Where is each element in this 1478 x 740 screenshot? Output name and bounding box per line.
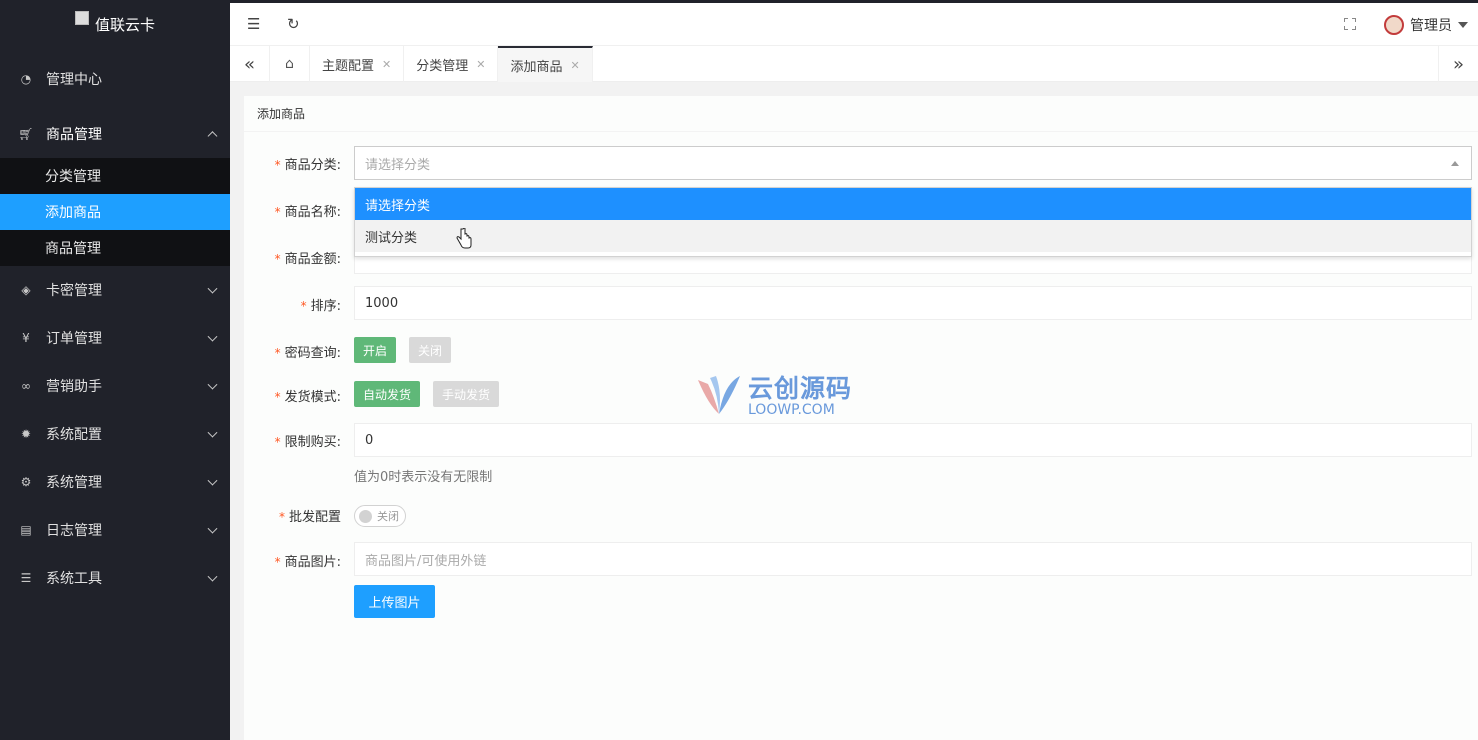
layers-icon: ◈ <box>21 283 31 297</box>
sort-label: * 排序: <box>300 299 341 314</box>
tab-label: 添加商品 <box>510 59 563 75</box>
sidebar-item-dashboard[interactable]: ◔ 管理中心 <box>0 48 230 110</box>
close-icon[interactable]: ✕ <box>476 58 485 71</box>
dashboard-icon: ◔ <box>20 72 32 86</box>
switch-knob <box>359 509 372 523</box>
sidebar-item-orders[interactable]: ¥ 订单管理 <box>0 314 230 362</box>
sidebar-item-logs[interactable]: ▤ 日志管理 <box>0 506 230 554</box>
limit-input[interactable]: 0 <box>354 423 1472 457</box>
chevron-down-icon <box>207 523 218 534</box>
top-header: ☰ ↻ 管理员 <box>230 0 1478 46</box>
sidebar-item-label: 商品管理 <box>46 127 102 143</box>
tab-add-goods[interactable]: 添加商品 ✕ <box>498 46 593 82</box>
manual-delivery-button[interactable]: 手动发货 <box>433 381 500 407</box>
tabs-scroll-left-icon[interactable]: « <box>230 46 270 82</box>
yen-icon: ¥ <box>22 331 30 345</box>
sidebar-item-label: 营销助手 <box>46 379 102 395</box>
category-label: * 商品分类: <box>274 158 341 173</box>
sidebar: 值联云卡 ◔ 管理中心 🛒︎ 商品管理 分类管理 添加商品 商品管理 ◈ 卡密管… <box>0 0 230 740</box>
chevron-down-icon <box>207 331 218 342</box>
sidebar-item-label: 日志管理 <box>46 523 102 539</box>
close-icon[interactable]: ✕ <box>382 58 391 71</box>
upload-image-button[interactable]: 上传图片 <box>354 585 435 618</box>
sidebar-item-label: 系统配置 <box>46 427 102 443</box>
chevron-down-icon <box>207 571 218 582</box>
menu-toggle-icon[interactable]: ☰ <box>247 15 260 33</box>
sidebar-item-tools[interactable]: ☰ 系统工具 <box>0 554 230 602</box>
tabs-scroll-right-icon[interactable]: » <box>1438 46 1478 82</box>
link-icon: ∞ <box>21 379 31 393</box>
watermark: 云创源码 LOOWP.COM <box>694 374 852 418</box>
sidebar-item-category[interactable]: 分类管理 <box>0 158 230 194</box>
sidebar-item-label: 系统管理 <box>46 475 102 491</box>
watermark-cn: 云创源码 <box>748 373 853 403</box>
category-select[interactable]: 请选择分类 <box>354 146 1472 180</box>
wholesale-switch[interactable]: 关闭 <box>354 505 406 527</box>
user-menu[interactable]: 管理员 <box>1384 15 1468 35</box>
chevron-down-icon <box>207 475 218 486</box>
password-query-label: * 密码查询: <box>274 346 341 361</box>
price-label: * 商品金额: <box>274 252 341 267</box>
settings-icon: ⚙︎ <box>20 475 32 489</box>
sidebar-item-goods[interactable]: 🛒︎ 商品管理 <box>0 110 230 158</box>
home-icon[interactable]: ⌂ <box>270 46 310 82</box>
delivery-label: * 发货模式: <box>274 390 341 405</box>
refresh-icon[interactable]: ↻ <box>287 15 300 33</box>
sidebar-item-marketing[interactable]: ∞ 营销助手 <box>0 362 230 410</box>
sidebar-subnav: 分类管理 添加商品 商品管理 <box>0 158 230 266</box>
tab-label: 主题配置 <box>322 58 375 74</box>
dropdown-option[interactable]: 测试分类 <box>355 220 1471 252</box>
sidebar-item-label: 卡密管理 <box>46 283 102 299</box>
image-label: * 商品图片: <box>274 555 341 570</box>
chevron-down-icon <box>207 379 218 390</box>
sidebar-item-label: 订单管理 <box>46 331 102 347</box>
caret-down-icon <box>1458 22 1468 28</box>
logo-text: 值联云卡 <box>94 15 155 34</box>
watermark-logo-icon <box>698 376 740 414</box>
chevron-down-icon <box>207 283 218 294</box>
name-label: * 商品名称: <box>274 205 341 220</box>
dropdown-option[interactable]: 请选择分类 <box>355 188 1471 220</box>
password-query-off-button[interactable]: 关闭 <box>409 337 452 363</box>
file-icon: ▤ <box>20 523 32 537</box>
chevron-up-icon <box>207 131 218 142</box>
category-dropdown: 请选择分类 测试分类 <box>354 187 1472 257</box>
limit-hint: 值为0时表示没有无限制 <box>354 470 493 485</box>
close-icon[interactable]: ✕ <box>570 59 579 72</box>
tab-bar: « ⌂ 主题配置 ✕ 分类管理 ✕ 添加商品 ✕ » <box>230 46 1478 82</box>
tab-label: 分类管理 <box>416 58 469 74</box>
avatar <box>1384 15 1404 35</box>
card-title: 添加商品 <box>244 96 1478 132</box>
cart-icon: 🛒︎ <box>18 127 34 141</box>
sidebar-item-goods-manage[interactable]: 商品管理 <box>0 230 230 266</box>
sidebar-item-sys-manage[interactable]: ⚙︎ 系统管理 <box>0 458 230 506</box>
image-url-input[interactable]: 商品图片/可使用外链 <box>354 542 1472 576</box>
caret-up-icon <box>1451 161 1459 166</box>
gear-icon: ✹ <box>20 427 32 441</box>
sort-input[interactable]: 1000 <box>354 286 1472 320</box>
logo[interactable]: 值联云卡 <box>0 0 230 48</box>
sidebar-item-cards[interactable]: ◈ 卡密管理 <box>0 266 230 314</box>
tab-category[interactable]: 分类管理 ✕ <box>404 46 499 82</box>
tab-theme-config[interactable]: 主题配置 ✕ <box>310 46 405 82</box>
sidebar-item-sys-config[interactable]: ✹ 系统配置 <box>0 410 230 458</box>
sidebar-item-label: 系统工具 <box>46 571 102 587</box>
sliders-icon: ☰ <box>20 571 32 585</box>
password-query-on-button[interactable]: 开启 <box>354 337 397 363</box>
broken-image-icon <box>74 11 89 25</box>
fullscreen-icon[interactable] <box>1344 18 1356 30</box>
sidebar-item-add-goods[interactable]: 添加商品 <box>0 194 230 230</box>
auto-delivery-button[interactable]: 自动发货 <box>354 381 421 407</box>
wholesale-label: * 批发配置 <box>278 510 341 525</box>
chevron-down-icon <box>207 427 218 438</box>
watermark-en: LOOWP.COM <box>748 401 835 418</box>
sidebar-item-label: 管理中心 <box>46 72 102 88</box>
user-name: 管理员 <box>1410 18 1452 34</box>
hand-cursor-icon <box>456 228 472 249</box>
limit-label: * 限制购买: <box>274 435 341 450</box>
